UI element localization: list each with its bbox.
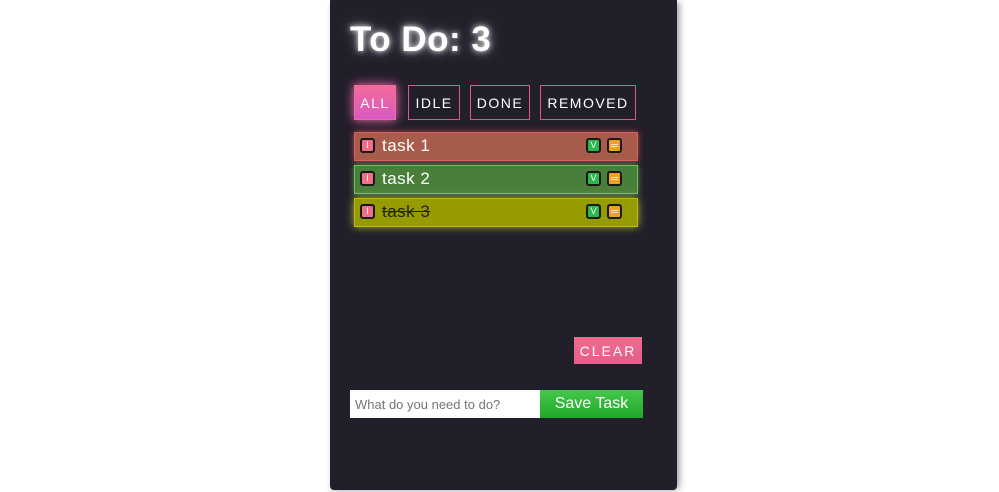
task-label: task 3 [382,202,431,221]
add-task-form: Save Task [350,390,643,418]
idle-button[interactable]: I [360,138,375,153]
remove-button[interactable] [607,138,622,153]
task-label: task 1 [382,136,431,155]
task-item: I task 1 V [354,132,638,161]
done-button[interactable]: V [586,204,601,219]
done-button[interactable]: V [586,138,601,153]
remove-button[interactable] [607,204,622,219]
save-task-button[interactable]: Save Task [540,390,643,418]
clear-button[interactable]: CLEAR [574,337,642,364]
minus-icon [611,177,618,180]
task-label: task 2 [382,169,431,188]
task-item: I task 2 V [354,165,638,194]
task-item: I task 3 V [354,198,638,227]
idle-button[interactable]: I [360,171,375,186]
done-button[interactable]: V [586,171,601,186]
filter-all-button[interactable]: ALL [354,85,396,120]
filter-removed-button[interactable]: REMOVED [540,85,636,120]
remove-button[interactable] [607,171,622,186]
filter-done-button[interactable]: DONE [470,85,530,120]
page-title: To Do: 3 [350,20,492,59]
todo-panel: To Do: 3 ALL IDLE DONE REMOVED I task 1 … [330,0,677,490]
minus-icon [611,144,618,147]
filter-idle-button[interactable]: IDLE [408,85,460,120]
new-task-input[interactable] [350,390,540,418]
idle-button[interactable]: I [360,204,375,219]
minus-icon [611,210,618,213]
